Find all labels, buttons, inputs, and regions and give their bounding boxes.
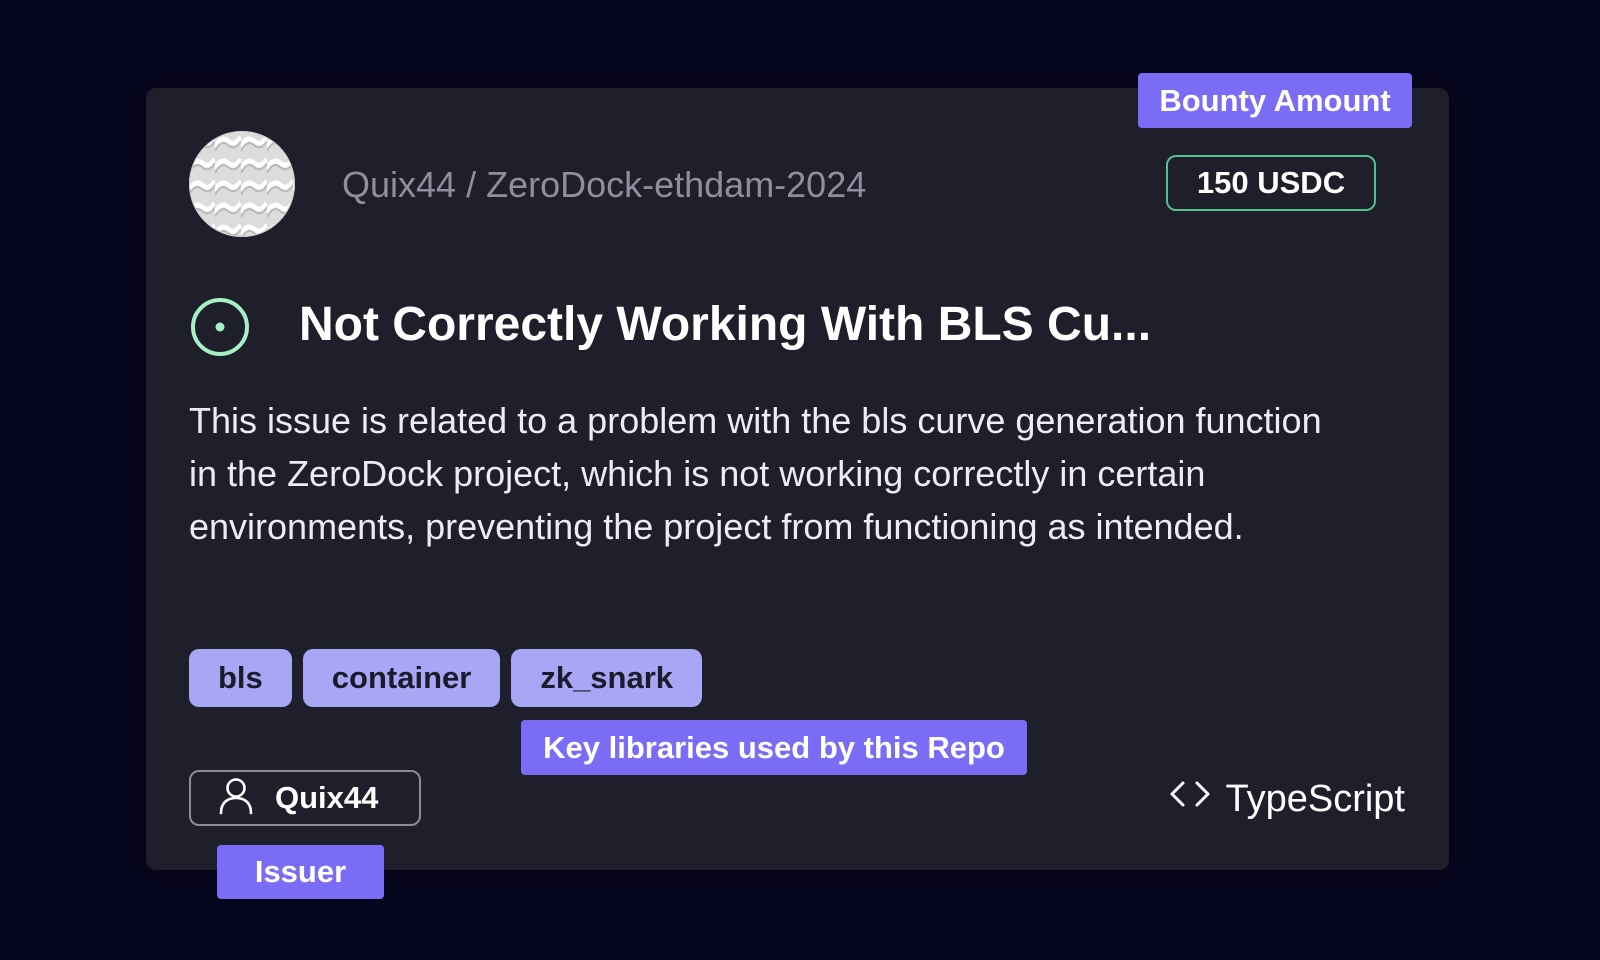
issuer-name: Quix44	[275, 780, 379, 815]
tag-zk-snark[interactable]: zk_snark	[511, 649, 703, 707]
repo-path-link[interactable]: Quix44 / ZeroDock-ethdam-2024	[342, 164, 866, 206]
key-libraries-callout: Key libraries used by this Repo	[521, 720, 1027, 775]
issuer-callout: Issuer	[217, 845, 384, 899]
tag-bls[interactable]: bls	[189, 649, 292, 707]
open-issue-icon	[189, 296, 251, 358]
repo-avatar	[189, 131, 295, 237]
code-brackets-icon	[1169, 776, 1211, 822]
repo-language: TypeScript	[1169, 774, 1405, 824]
bounty-amount-callout: Bounty Amount	[1138, 73, 1412, 128]
issue-title-link[interactable]: Not Correctly Working With BLS Cu...	[299, 297, 1151, 352]
tag-container[interactable]: container	[302, 649, 501, 707]
issue-description: This issue is related to a problem with …	[189, 400, 1322, 547]
tag-list: bls container zk_snark	[189, 649, 703, 707]
bounty-amount-badge: 150 USDC	[1166, 155, 1376, 211]
repo-avatar-pattern-icon	[189, 131, 295, 237]
bounty-amount-value: 150 USDC	[1196, 165, 1346, 200]
language-name: TypeScript	[1225, 777, 1405, 820]
user-icon	[219, 777, 253, 820]
issuer-button[interactable]: Quix44	[189, 770, 421, 826]
